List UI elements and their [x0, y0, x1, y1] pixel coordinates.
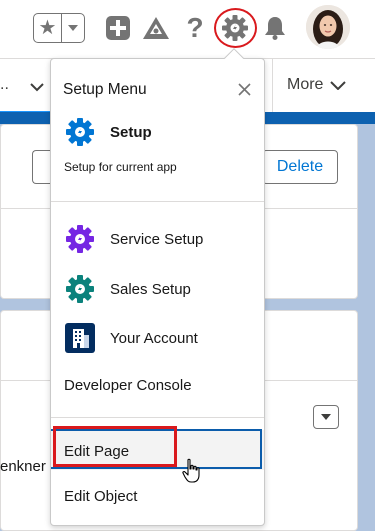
hand-pointer-cursor-icon: [182, 458, 202, 489]
setup-highlight-circle: [214, 8, 257, 48]
help-icon[interactable]: ?: [179, 12, 211, 44]
global-actions-add-icon[interactable]: [102, 12, 134, 44]
menu-divider: [51, 201, 264, 202]
notifications-bell-icon[interactable]: [259, 12, 291, 44]
favorites-chevron-down-icon[interactable]: [62, 14, 84, 42]
building-icon: [65, 323, 95, 353]
service-gear-icon: [65, 224, 95, 254]
nav-tab-label: ..: [0, 76, 9, 93]
nav-more-button[interactable]: More: [287, 76, 347, 94]
nav-more-label: More: [287, 76, 324, 93]
row-actions-chevron-down-icon[interactable]: [313, 405, 339, 429]
favorites-button-group: ★: [33, 13, 85, 43]
setup-label: Setup: [110, 123, 152, 141]
edit-page-highlight-box: [53, 426, 177, 467]
favorites-star-icon[interactable]: ★: [34, 14, 62, 42]
sales-gear-icon: [65, 274, 95, 304]
nav-divider: [272, 59, 273, 113]
menu-item-sales-setup[interactable]: Sales Setup: [51, 273, 264, 305]
menu-item-edit-object[interactable]: Edit Object: [64, 488, 137, 505]
user-avatar[interactable]: [306, 5, 350, 49]
setup-gear-icon: [65, 117, 95, 147]
sales-setup-label: Sales Setup: [110, 280, 191, 298]
more-chevron-down-icon: [330, 81, 347, 90]
help-question-mark: ?: [186, 12, 204, 43]
menu-item-setup[interactable]: Setup: [51, 116, 264, 148]
close-icon[interactable]: [235, 80, 253, 98]
trailhead-icon[interactable]: [140, 12, 172, 44]
nav-tab-chevron-down-icon[interactable]: [30, 79, 44, 97]
delete-button[interactable]: Delete: [262, 150, 338, 184]
setup-menu-title: Setup Menu: [63, 81, 147, 98]
menu-item-service-setup[interactable]: Service Setup: [51, 223, 264, 255]
menu-item-your-account[interactable]: Your Account: [51, 322, 264, 354]
service-setup-label: Service Setup: [110, 230, 204, 248]
record-field-value: enkner: [0, 458, 46, 475]
menu-divider: [51, 417, 264, 418]
your-account-label: Your Account: [110, 329, 198, 347]
menu-item-developer-console[interactable]: Developer Console: [64, 377, 192, 394]
setup-subtitle: Setup for current app: [64, 160, 177, 174]
global-header: ★ ?: [0, 0, 375, 58]
delete-button-label: Delete: [276, 158, 324, 175]
